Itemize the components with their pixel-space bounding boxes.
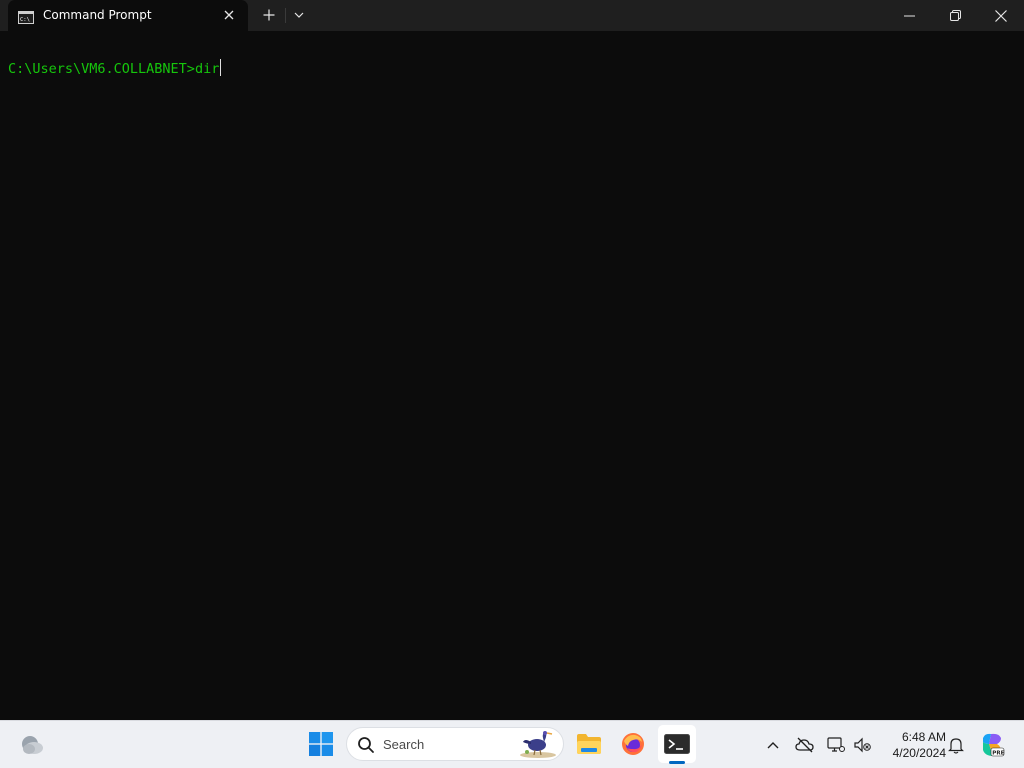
prompt-path: C:\Users\VM6.COLLABNET>: [8, 61, 195, 77]
close-icon[interactable]: [978, 0, 1024, 31]
network-icon[interactable]: [825, 733, 847, 757]
tab-separator: [285, 8, 286, 23]
tab-command-prompt[interactable]: C:\ Command Prompt: [8, 0, 248, 31]
minimize-icon[interactable]: [886, 0, 932, 31]
cmd-icon: C:\: [18, 9, 34, 24]
copilot-icon[interactable]: PRE: [978, 731, 1006, 759]
start-icon[interactable]: [304, 727, 338, 761]
search-icon: [357, 736, 375, 754]
firefox-icon[interactable]: [616, 727, 650, 761]
chevron-up-icon[interactable]: [762, 733, 784, 757]
clock-date: 4/20/2024: [892, 746, 946, 760]
new-tab-icon[interactable]: [259, 5, 279, 25]
search-placeholder: Search: [383, 737, 425, 752]
taskbar: Search 6:48 AM 4/20/2024 PRE: [0, 720, 1024, 768]
file-explorer-icon[interactable]: [572, 727, 606, 761]
weather-icon[interactable]: [16, 731, 48, 759]
svg-text:PRE: PRE: [992, 750, 1004, 756]
tab-title: Command Prompt: [43, 8, 152, 22]
typed-command: dir: [194, 61, 220, 77]
terminal-output[interactable]: C:\Users\VM6.COLLABNET>dir: [0, 31, 1024, 720]
active-app-indicator: [669, 761, 685, 764]
clock[interactable]: 6:48 AM 4/20/2024: [880, 729, 946, 761]
clock-time: 6:48 AM: [901, 730, 946, 744]
svg-text:C:\: C:\: [20, 17, 30, 23]
volume-muted-icon[interactable]: [851, 733, 873, 757]
terminal-icon[interactable]: [658, 725, 696, 763]
search-box[interactable]: Search: [346, 727, 564, 761]
chevron-down-icon[interactable]: [289, 5, 309, 25]
text-cursor: [220, 59, 222, 76]
restore-icon[interactable]: [932, 0, 978, 31]
title-bar: C:\ Command Prompt: [0, 0, 1024, 31]
command-line[interactable]: C:\Users\VM6.COLLABNET>dir: [8, 59, 222, 77]
onedrive-offline-icon[interactable]: [793, 733, 817, 757]
notification-bell-icon[interactable]: [945, 733, 967, 757]
search-highlight-bird-icon: [517, 730, 559, 758]
tab-close-icon[interactable]: [219, 5, 239, 25]
